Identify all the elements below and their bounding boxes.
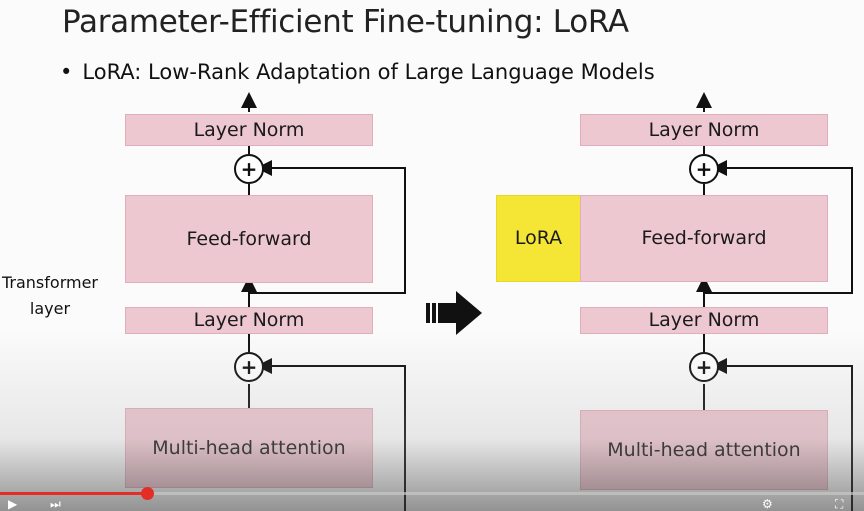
multi-head-attention-block: Multi-head attention xyxy=(580,410,828,490)
add-plus-icon: + xyxy=(234,154,264,184)
layer-norm-top: Layer Norm xyxy=(125,114,373,146)
play-icon[interactable]: ▶ xyxy=(8,498,17,511)
layer-norm-top: Layer Norm xyxy=(580,114,828,146)
layer-norm-mid: Layer Norm xyxy=(580,307,828,334)
lora-block: LoRA xyxy=(496,195,581,282)
transform-arrow-icon xyxy=(426,291,482,335)
multi-head-attention-block: Multi-head attention xyxy=(125,408,373,488)
fullscreen-icon[interactable]: ⛶ xyxy=(835,498,843,511)
progress-played xyxy=(0,492,147,495)
transformer-layer-label: Transformer layer xyxy=(1,273,98,318)
next-icon[interactable]: ⏭ xyxy=(50,498,61,511)
feed-forward-block: Feed-forward xyxy=(125,195,373,283)
feed-forward-block: Feed-forward xyxy=(580,195,828,282)
player-controls: ▶ ⏭ ⚙ ⛶ xyxy=(0,498,864,511)
add-plus-icon: + xyxy=(689,154,719,184)
add-plus-icon: + xyxy=(689,352,719,382)
settings-icon[interactable]: ⚙ xyxy=(762,498,773,511)
progress-bar[interactable] xyxy=(0,487,864,500)
add-plus-icon: + xyxy=(234,352,264,382)
layer-norm-mid: Layer Norm xyxy=(125,307,373,334)
